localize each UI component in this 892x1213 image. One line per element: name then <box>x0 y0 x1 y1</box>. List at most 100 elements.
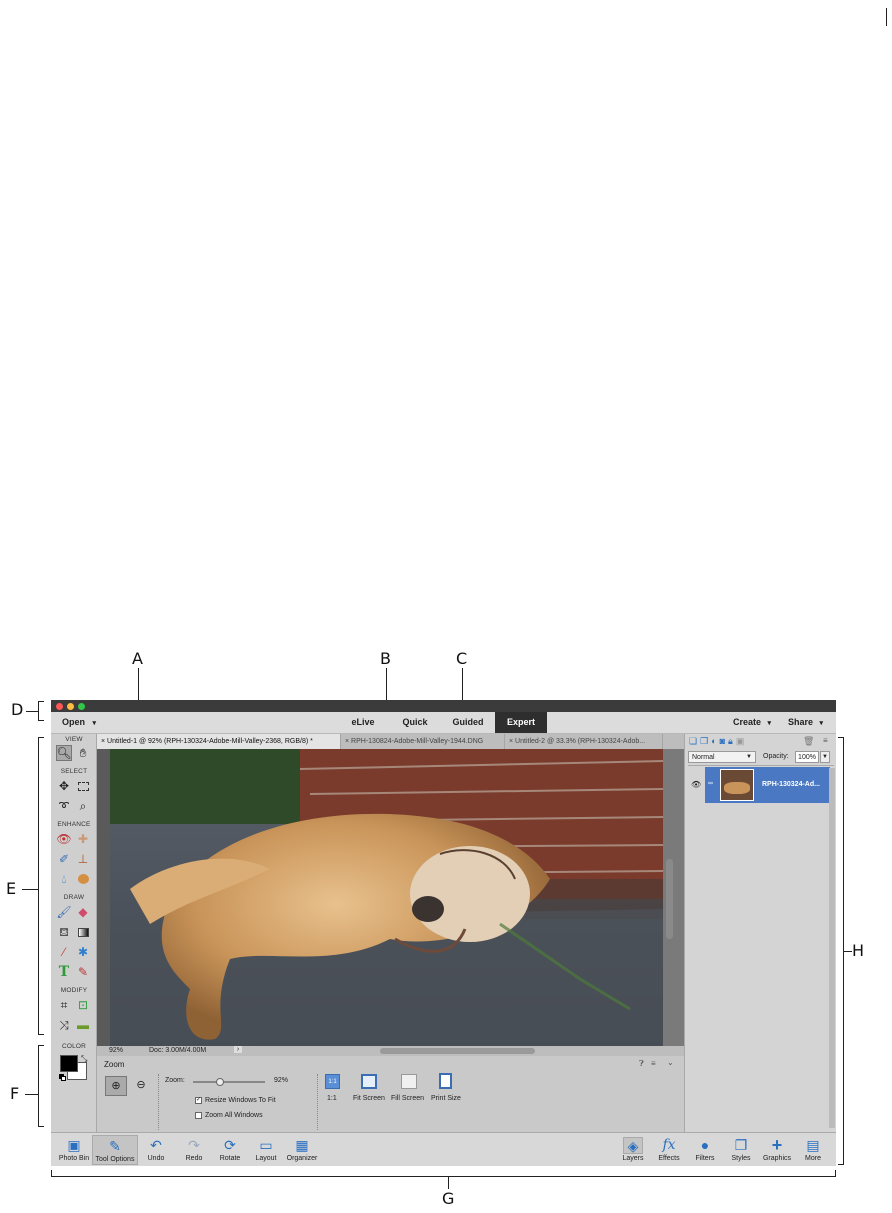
close-icon[interactable]: × <box>509 738 513 745</box>
open-menu[interactable]: Open ▾ <box>62 712 96 733</box>
type-tool[interactable]: T <box>56 964 72 980</box>
zoom-slider-knob[interactable] <box>216 1078 225 1086</box>
group-layer-icon[interactable]: ❐ <box>700 736 711 746</box>
lock-all-icon[interactable]: ▣ <box>736 736 748 746</box>
actual-pixels-button[interactable]: 1:1 <box>325 1074 340 1089</box>
lock-icon[interactable]: 🔒︎ <box>728 736 736 746</box>
marquee-tool[interactable] <box>75 778 91 794</box>
eraser-tool[interactable]: ◆ <box>75 904 91 920</box>
tool-options-label: Tool Options <box>95 1156 135 1163</box>
callout-h-bracket <box>838 737 844 1165</box>
drop-icon: 💧︎ <box>61 872 67 886</box>
crop-tool[interactable]: ⌗ <box>56 997 72 1013</box>
puzzle-icon: ✱ <box>77 945 89 959</box>
image-canvas[interactable] <box>97 749 684 1046</box>
scroll-thumb[interactable] <box>666 859 673 939</box>
hand-icon: ✋︎ <box>79 746 87 760</box>
blur-tool[interactable]: 💧︎ <box>56 871 72 887</box>
paint-bucket-tool[interactable]: ⛾︎ <box>56 924 72 940</box>
hand-tool[interactable]: ✋︎ <box>75 745 91 761</box>
layer-row[interactable]: ∞ RPH-130324-Ad... <box>705 767 830 803</box>
pencil-tool[interactable]: ✎ <box>75 964 91 980</box>
share-menu[interactable]: Share ▾ <box>788 712 823 733</box>
clone-stamp-tool[interactable]: ⊥ <box>75 851 91 867</box>
tab-quick[interactable]: Quick <box>393 712 437 733</box>
panel-menu-icon[interactable]: ≡ <box>823 736 828 745</box>
photo-bin-button[interactable]: ▣ Photo Bin <box>51 1135 97 1165</box>
bandage-icon: ✚ <box>77 832 89 846</box>
zoom-in-button[interactable]: ⊕ <box>105 1076 127 1096</box>
doc-tab-label: Untitled-1 @ 92% (RPH-130324-Adobe-Mill-… <box>107 738 313 745</box>
photo-bin-label: Photo Bin <box>58 1155 90 1162</box>
canvas-scrollbar[interactable] <box>663 749 684 1046</box>
section-enhance: ENHANCE <box>57 821 91 828</box>
default-colors-icon[interactable] <box>59 1074 66 1081</box>
callout-d: D <box>11 700 24 719</box>
fit-screen-button[interactable] <box>361 1074 377 1089</box>
smart-brush-tool[interactable]: ✐ <box>56 851 72 867</box>
organizer-button[interactable]: ▦ Organizer <box>279 1135 325 1165</box>
content-aware-move-tool[interactable]: ⤨ <box>56 1017 72 1033</box>
sponge-tool[interactable] <box>75 871 91 887</box>
custom-shape-tool[interactable]: ✱ <box>75 944 91 960</box>
chevron-right-icon[interactable]: › <box>234 1046 242 1053</box>
layer-action-icons[interactable]: ❏❐◐◙🔒︎▣ <box>689 736 747 747</box>
close-icon[interactable]: × <box>101 738 105 745</box>
gradient-tool[interactable] <box>75 924 91 940</box>
chevron-down-icon: ▾ <box>92 720 97 727</box>
doc-size-readout: Doc: 3.00M/4.00M <box>149 1047 207 1054</box>
eyedropper-tool[interactable]: ⁄ <box>56 944 72 960</box>
zoom-window-button[interactable] <box>78 703 85 710</box>
recompose-tool[interactable]: ⊡ <box>75 997 91 1013</box>
adjustment-layer-icon[interactable]: ◐ <box>711 736 719 746</box>
tab-guided[interactable]: Guided <box>446 712 490 733</box>
doc-tab-untitled-2[interactable]: × Untitled-2 @ 33.3% (RPH-130324-Adob... <box>505 734 663 749</box>
zoom-out-button[interactable]: ⊖ <box>131 1076 151 1096</box>
layer-mask-icon[interactable]: ◙ <box>720 736 728 746</box>
red-eye-tool[interactable]: 👁︎ <box>56 831 72 847</box>
horizontal-scrollbar[interactable] <box>380 1048 535 1054</box>
blend-mode-select[interactable]: Normal ▼ <box>688 751 756 763</box>
zoom-tool[interactable]: 🔍︎ <box>56 745 72 761</box>
callout-b: B <box>380 649 391 668</box>
more-button[interactable]: ▤ More <box>790 1135 836 1165</box>
create-menu[interactable]: Create ▾ <box>733 712 771 733</box>
collapse-chevron-icon[interactable]: ⌄ <box>667 1058 674 1067</box>
swap-colors-icon[interactable]: ⤡ <box>81 1054 87 1064</box>
graphics-icon: + <box>771 1135 783 1155</box>
tab-elive[interactable]: eLive <box>341 712 385 733</box>
visibility-eye-icon[interactable]: 👁︎ <box>691 780 701 789</box>
callout-g-bracket <box>51 1170 836 1177</box>
tool-options-button[interactable]: ✎ Tool Options <box>92 1135 138 1165</box>
brush-tool[interactable]: 🖌︎ <box>56 904 72 920</box>
menu-bar: Open ▾ eLive Quick Guided Expert Create … <box>51 712 836 734</box>
close-window-button[interactable] <box>56 703 63 710</box>
zoom-slider-track[interactable] <box>193 1078 265 1086</box>
quick-selection-tool[interactable]: ⌕ <box>75 798 91 814</box>
resize-windows-checkbox[interactable]: ✓ <box>195 1097 202 1104</box>
lasso-tool[interactable]: ➰︎ <box>56 798 72 814</box>
new-layer-icon[interactable]: ❏ <box>689 736 700 746</box>
fill-screen-button[interactable] <box>401 1074 417 1089</box>
doc-tab-untitled-1[interactable]: × Untitled-1 @ 92% (RPH-130324-Adobe-Mil… <box>97 734 341 749</box>
healing-brush-tool[interactable]: ✚ <box>75 831 91 847</box>
link-icon: ∞ <box>708 780 713 787</box>
print-size-button[interactable] <box>439 1073 452 1089</box>
opacity-input[interactable]: 100% <box>795 751 819 763</box>
panel-menu-icon[interactable]: ≡ <box>651 1059 656 1068</box>
move-tool[interactable]: ✥ <box>56 778 72 794</box>
minimize-window-button[interactable] <box>67 703 74 710</box>
tab-expert[interactable]: Expert <box>495 712 547 733</box>
trash-icon[interactable]: 🗑︎ <box>803 736 814 747</box>
opacity-dropdown-icon[interactable]: ▼ <box>820 751 830 763</box>
section-view: VIEW <box>65 736 83 743</box>
help-icon[interactable]: ❓︎ <box>639 1059 644 1069</box>
zoom-all-windows-checkbox[interactable] <box>195 1112 202 1119</box>
status-bar: 92% Doc: 3.00M/4.00M › <box>97 1046 684 1056</box>
layers-scrollbar[interactable] <box>829 768 835 1128</box>
foreground-color-swatch[interactable] <box>60 1055 78 1072</box>
close-icon[interactable]: × <box>345 738 349 745</box>
doc-tab-dng[interactable]: × RPH-130824-Adobe-Mill-Valley-1944.DNG <box>341 734 505 749</box>
straighten-tool[interactable]: ▬ <box>75 1017 91 1033</box>
layout-icon: ▭ <box>259 1137 273 1153</box>
